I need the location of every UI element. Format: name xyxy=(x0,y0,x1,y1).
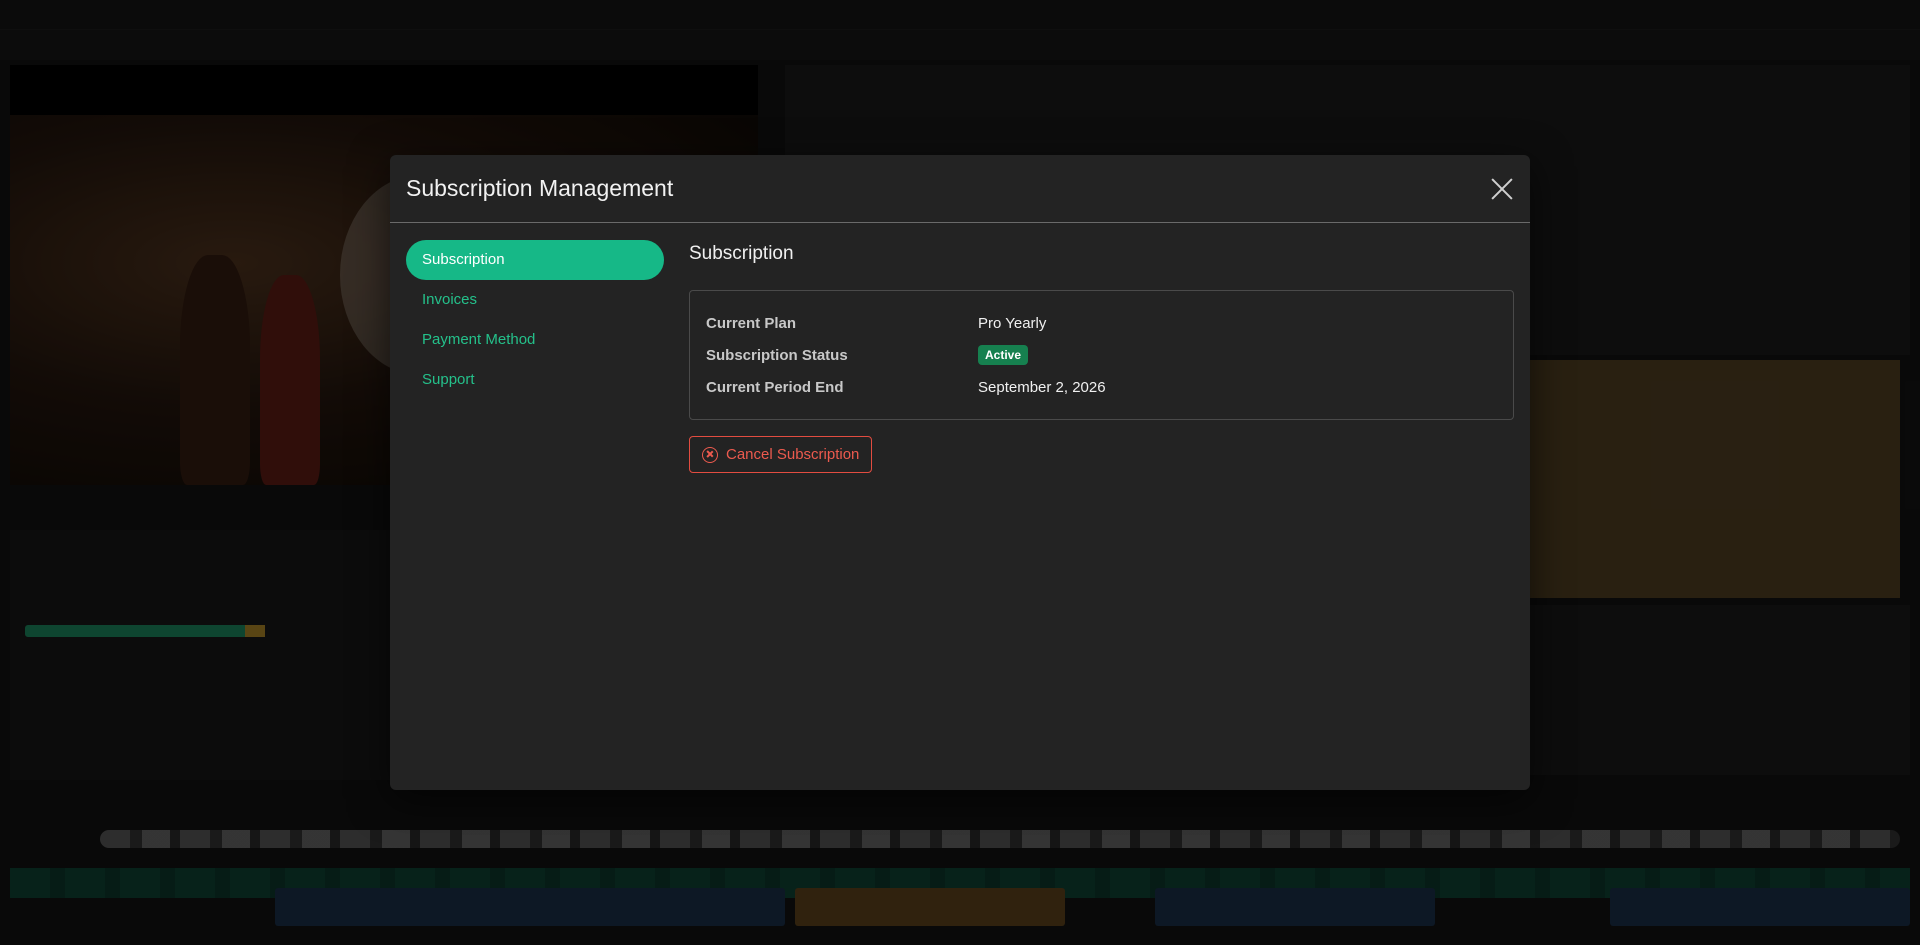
modal-title: Subscription Management xyxy=(406,175,674,201)
subscription-content: Subscription Current Plan Pro Yearly Sub… xyxy=(689,240,1514,473)
side-nav: Subscription Invoices Payment Method Sup… xyxy=(406,240,664,400)
subscription-modal: Subscription Management Subscription Inv… xyxy=(390,155,1530,790)
subscription-info-card: Current Plan Pro Yearly Subscription Sta… xyxy=(689,290,1514,420)
modal-header: Subscription Management xyxy=(390,155,1530,223)
info-label: Subscription Status xyxy=(706,346,848,364)
cancel-subscription-button[interactable]: Cancel Subscription xyxy=(689,436,873,473)
x-circle-icon xyxy=(702,446,718,463)
cancel-subscription-label: Cancel Subscription xyxy=(726,446,860,463)
close-icon[interactable] xyxy=(1490,177,1514,201)
info-label: Current Period End xyxy=(706,378,844,396)
nav-item-payment-method[interactable]: Payment Method xyxy=(406,320,664,360)
section-title: Subscription xyxy=(689,243,794,264)
info-row-period-end: Current Period End September 2, 2026 xyxy=(706,371,1497,403)
info-row-status: Subscription Status Active xyxy=(706,339,1497,371)
status-badge: Active xyxy=(978,345,1029,365)
nav-item-invoices[interactable]: Invoices xyxy=(406,280,664,320)
nav-item-support[interactable]: Support xyxy=(406,360,664,400)
info-value: September 2, 2026 xyxy=(978,378,1106,396)
info-label: Current Plan xyxy=(706,314,797,332)
info-value: Pro Yearly xyxy=(978,314,1047,332)
nav-item-subscription[interactable]: Subscription xyxy=(406,240,664,280)
info-row-current-plan: Current Plan Pro Yearly xyxy=(706,307,1497,339)
modal-body: Subscription Invoices Payment Method Sup… xyxy=(390,224,1530,790)
